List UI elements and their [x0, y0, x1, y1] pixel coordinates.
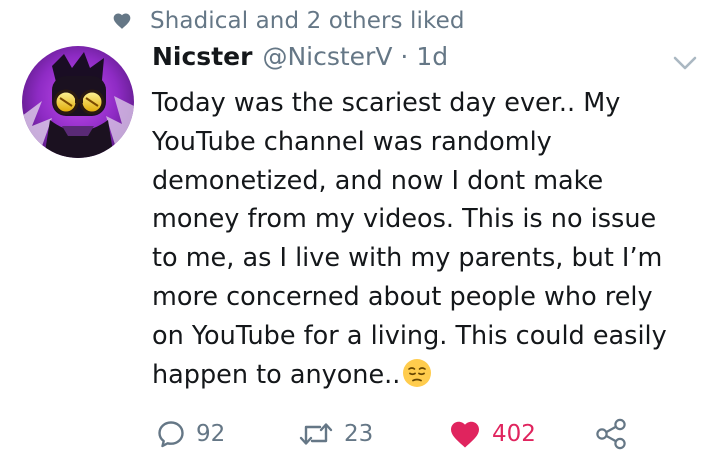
tweet-text-line: more concerned about people who rely	[152, 281, 653, 312]
tweet-header: Nicster @NicsterV · 1d	[152, 42, 448, 82]
social-context-text: Shadical and 2 others liked	[150, 8, 465, 34]
tweet-text: Today was the scariest day ever.. My You…	[152, 84, 712, 394]
author-handle[interactable]: @NicsterV	[262, 42, 392, 71]
avatar[interactable]	[22, 46, 134, 158]
share-button[interactable]	[594, 412, 628, 456]
share-icon	[596, 418, 626, 450]
tweet-text-line: to me, as I live with my parents, but I’…	[152, 243, 663, 274]
retweet-button[interactable]: 23	[298, 412, 373, 456]
tweet-actions: 92 23 402	[0, 412, 720, 456]
like-button[interactable]: 402	[448, 412, 536, 456]
tweet-text-line: happen to anyone..	[152, 359, 401, 390]
social-context: Shadical and 2 others liked	[112, 4, 465, 38]
tweet-text-line: Today was the scariest day ever.. My	[152, 88, 621, 118]
chevron-down-icon[interactable]	[672, 54, 698, 72]
avatar-image	[22, 46, 134, 158]
tweet-text-line: on YouTube for a living. This could easi…	[152, 320, 667, 351]
tweet-text-last-line: happen to anyone..	[152, 356, 712, 395]
like-count: 402	[492, 421, 536, 447]
heart-icon	[113, 13, 131, 29]
reply-button[interactable]: 92	[156, 412, 225, 456]
retweet-count: 23	[344, 421, 374, 447]
tweet-timestamp[interactable]: 1d	[416, 42, 448, 71]
header-separator: ·	[400, 42, 409, 71]
author-name[interactable]: Nicster	[152, 42, 252, 71]
tweet-text-line: money from my videos. This is no issue	[152, 204, 657, 235]
heart-icon	[451, 421, 479, 448]
reply-count: 92	[196, 421, 226, 447]
pensive-face-emoji	[403, 358, 432, 387]
reply-icon	[158, 421, 184, 448]
retweet-icon	[299, 423, 333, 445]
tweet-text-line: demonetized, and now I dont make	[152, 165, 604, 196]
tweet-text-line: YouTube channel was randomly	[152, 126, 552, 157]
